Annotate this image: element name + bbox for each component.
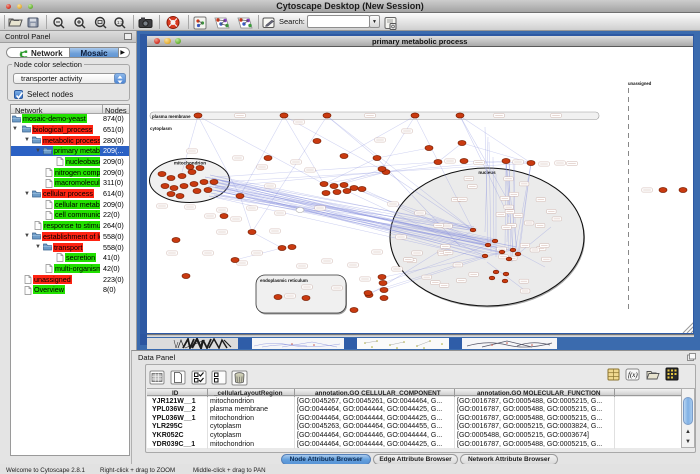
svg-text:plasma membrane: plasma membrane <box>152 113 191 118</box>
svg-text:1:1: 1:1 <box>117 20 124 25</box>
svg-text:cytoplasm: cytoplasm <box>150 126 172 131</box>
svg-text:endoplasmic reticulum: endoplasmic reticulum <box>260 278 308 283</box>
svg-text:unassigned: unassigned <box>628 81 652 86</box>
svg-text:f(x): f(x) <box>628 371 638 379</box>
